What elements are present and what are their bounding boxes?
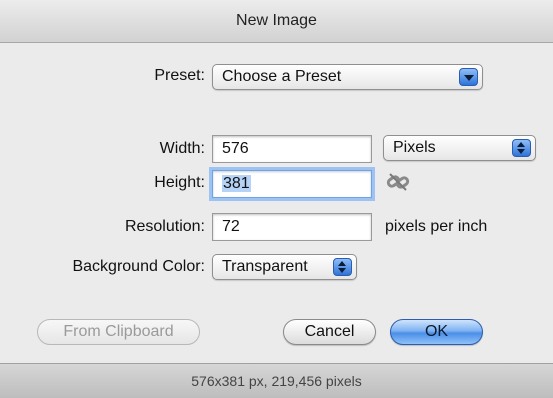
dialog-content: Preset: Choose a Preset Width: 576 Pixel…: [0, 43, 553, 363]
ok-button[interactable]: OK: [390, 319, 483, 345]
background-color-label: Background Color:: [72, 258, 205, 275]
resolution-field[interactable]: 72: [212, 213, 372, 241]
chevron-down-icon: [459, 68, 478, 86]
unit-popup[interactable]: Pixels: [383, 135, 536, 161]
height-field[interactable]: 381: [212, 170, 372, 198]
width-value: 576: [222, 140, 249, 157]
window-title: New Image: [0, 0, 553, 43]
up-down-arrows-icon: [333, 258, 352, 276]
height-label: Height:: [154, 174, 205, 191]
width-field[interactable]: 576: [212, 135, 372, 163]
up-down-arrows-icon: [512, 139, 531, 157]
width-label: Width:: [159, 140, 205, 157]
background-color-popup[interactable]: Transparent: [212, 254, 357, 280]
unit-value: Pixels: [393, 139, 436, 156]
from-clipboard-button[interactable]: From Clipboard: [37, 319, 200, 345]
status-bar: 576x381 px, 219,456 pixels: [0, 363, 553, 398]
resolution-label: Resolution:: [124, 218, 205, 235]
preset-value: Choose a Preset: [222, 68, 342, 85]
preset-popup[interactable]: Choose a Preset: [212, 64, 483, 90]
background-color-value: Transparent: [222, 258, 308, 275]
height-value: 381: [222, 175, 251, 192]
cancel-button[interactable]: Cancel: [283, 319, 376, 345]
chain-link-icon[interactable]: [386, 170, 410, 194]
resolution-unit-label: pixels per inch: [385, 218, 488, 235]
preset-label: Preset:: [154, 67, 205, 84]
resolution-value: 72: [222, 218, 240, 235]
